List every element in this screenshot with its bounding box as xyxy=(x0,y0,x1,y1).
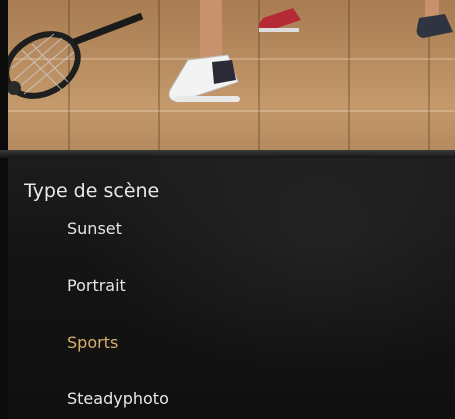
monitor-bezel xyxy=(0,150,455,158)
player-leg-image xyxy=(168,0,240,103)
squash-racket-image xyxy=(8,12,144,99)
player-shoe-image xyxy=(416,0,453,38)
menu-item-steadyphoto[interactable]: Steadyphoto xyxy=(67,389,169,408)
menu-title: Type de scène xyxy=(24,180,160,202)
menu-item-portrait[interactable]: Portrait xyxy=(67,276,126,295)
screen: Type de scène Sunset Portrait Sports Ste… xyxy=(0,0,455,419)
menu-item-sports[interactable]: Sports xyxy=(67,333,118,352)
menu-item-sunset[interactable]: Sunset xyxy=(67,219,122,238)
red-shoe-image xyxy=(258,8,301,32)
sports-photo xyxy=(8,0,455,150)
